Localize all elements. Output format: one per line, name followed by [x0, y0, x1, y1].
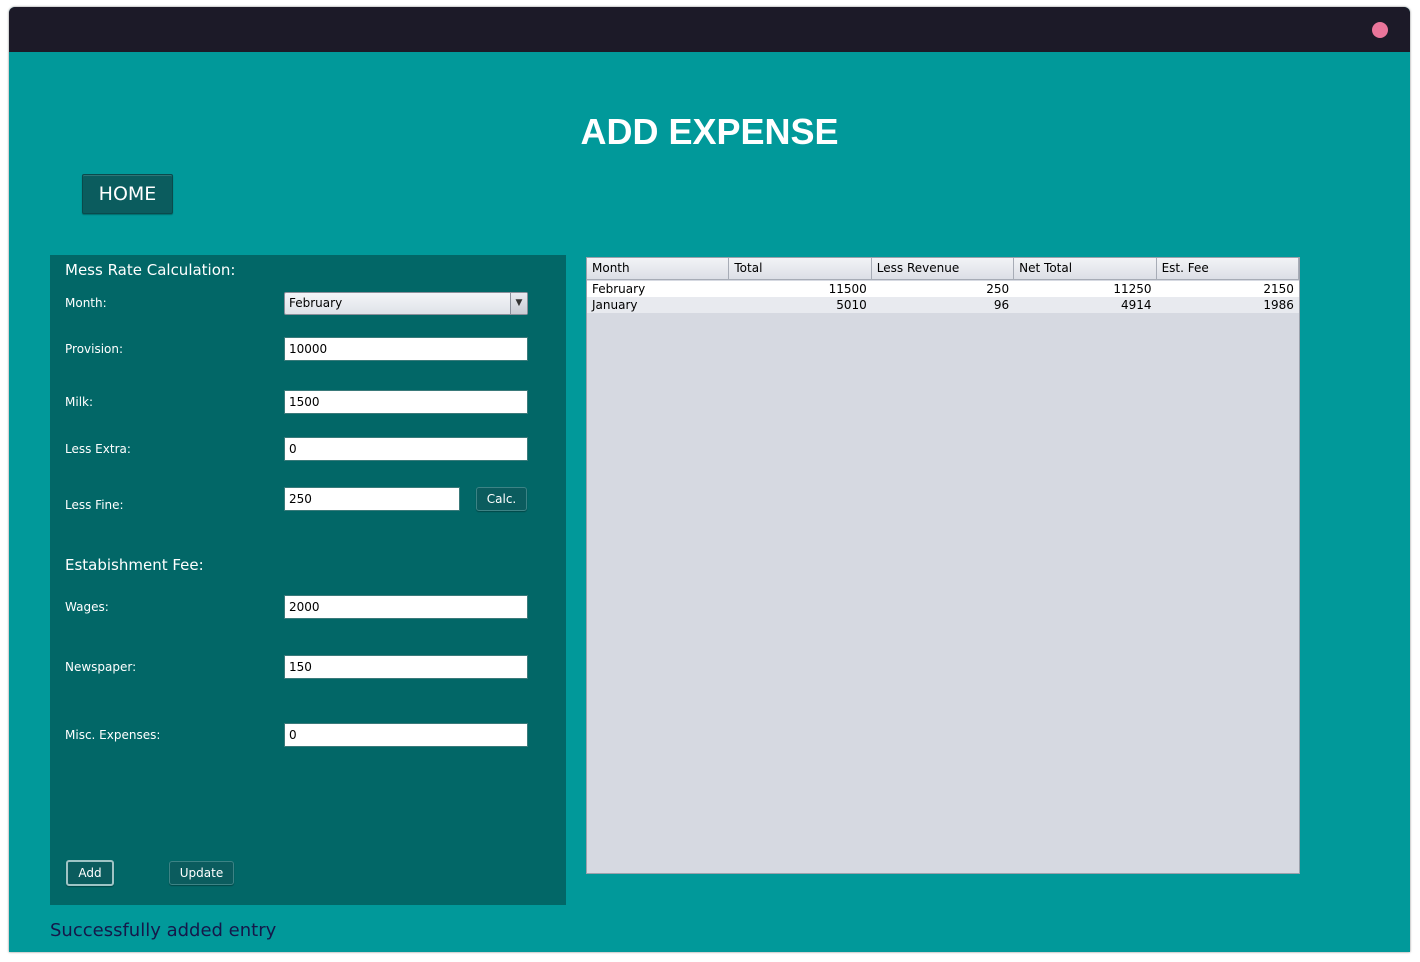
column-header-total[interactable]: Total — [729, 258, 872, 280]
expense-form-panel: Mess Rate Calculation: Month: February ▼… — [50, 255, 566, 905]
wages-label: Wages: — [65, 600, 109, 614]
less-fine-label: Less Fine: — [65, 498, 124, 512]
newspaper-input[interactable] — [284, 655, 528, 679]
milk-input[interactable] — [284, 390, 528, 414]
month-label: Month: — [65, 296, 107, 310]
mess-rate-section-title: Mess Rate Calculation: — [65, 261, 236, 279]
table-cell: February — [592, 282, 646, 296]
column-header-month[interactable]: Month — [587, 258, 730, 280]
less-fine-input[interactable] — [284, 487, 460, 511]
close-circle-icon[interactable] — [1372, 22, 1388, 38]
column-header-less-revenue[interactable]: Less Revenue — [871, 258, 1015, 280]
page-title: ADD EXPENSE — [580, 111, 839, 152]
provision-input[interactable] — [284, 337, 528, 361]
month-select[interactable]: February ▼ — [284, 292, 528, 315]
table-cell: 250 — [986, 282, 1010, 296]
status-message: Successfully added entry — [50, 920, 277, 941]
month-select-value: February — [289, 296, 343, 310]
wages-input[interactable] — [284, 595, 528, 619]
table-row[interactable]: January 5010 96 4914 1986 — [587, 297, 1299, 313]
less-extra-input[interactable] — [284, 437, 528, 461]
home-button[interactable]: HOME — [82, 174, 173, 214]
title-bar — [9, 7, 1410, 52]
table-cell: 11500 — [828, 282, 867, 296]
chevron-down-icon[interactable]: ▼ — [510, 293, 527, 314]
newspaper-label: Newspaper: — [65, 660, 137, 674]
misc-expenses-input[interactable] — [284, 723, 528, 747]
table-cell: 2150 — [1263, 282, 1294, 296]
column-header-net-total[interactable]: Net Total — [1014, 258, 1157, 280]
provision-label: Provision: — [65, 342, 124, 356]
add-button[interactable]: Add — [66, 860, 114, 886]
table-cell: 5010 — [836, 298, 867, 312]
update-button[interactable]: Update — [169, 861, 234, 885]
milk-label: Milk: — [65, 395, 94, 409]
table-cell: January — [592, 298, 638, 312]
table-cell: 96 — [993, 298, 1010, 312]
table-header: Month Total Less Revenue Net Total Est. … — [587, 258, 1299, 280]
misc-expenses-label: Misc. Expenses: — [65, 728, 161, 742]
expense-table[interactable]: Month Total Less Revenue Net Total Est. … — [586, 257, 1300, 874]
table-cell: 1986 — [1263, 298, 1294, 312]
establishment-section-title: Estabishment Fee: — [65, 556, 204, 574]
app-window: ADD EXPENSE HOME Mess Rate Calculation: … — [9, 7, 1410, 952]
table-body: February 11500 250 11250 2150 January 50… — [587, 281, 1299, 313]
table-cell: 11250 — [1113, 282, 1152, 296]
column-header-est-fee[interactable]: Est. Fee — [1156, 258, 1299, 280]
calc-button[interactable]: Calc. — [476, 487, 527, 511]
table-cell: 4914 — [1121, 298, 1152, 312]
less-extra-label: Less Extra: — [65, 442, 131, 456]
table-row[interactable]: February 11500 250 11250 2150 — [587, 281, 1299, 297]
